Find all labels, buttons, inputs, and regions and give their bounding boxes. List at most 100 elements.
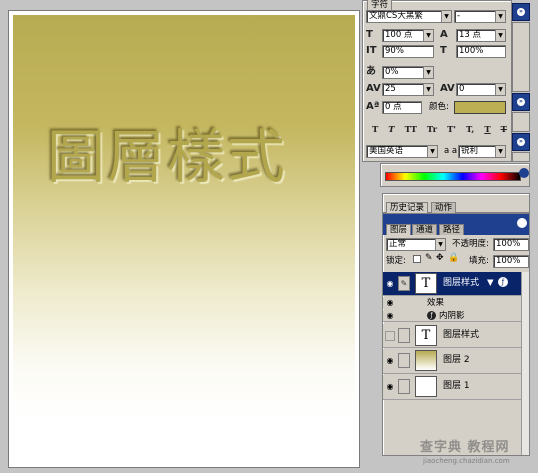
chevron-down-icon: ▼ [435,239,445,250]
character-palette: 字符 文鼎CS大黑繁 ▼ - ▼ T 100 点 ▼ A 13 点 ▼ IT 9… [362,0,512,162]
layer-row[interactable]: ◉ 图层 2 [383,349,521,374]
strikethrough-button[interactable]: T [501,125,507,137]
link-toggle[interactable] [398,328,410,343]
tab-channels[interactable]: 通道 [412,224,438,235]
chevron-down-icon: ▼ [427,146,437,157]
language-select[interactable]: 美国英语 ▼ [366,145,438,158]
tab-layers[interactable]: 图层 [386,224,412,235]
superscript-button[interactable]: T' [447,125,456,137]
layers-palette-tabbar: 图层 通道 路径 [383,214,529,235]
eye-icon[interactable]: ◉ [385,298,395,308]
color-ramp[interactable] [385,172,521,181]
fill-field[interactable]: 100% [493,255,529,268]
collapsed-palette [512,22,530,92]
layer-thumbnail: T [415,273,437,294]
palette-expand-button[interactable]: » [512,133,530,151]
vertical-scale-icon: IT [366,45,377,56]
faux-bold-button[interactable]: T [372,125,378,137]
tab-paths[interactable]: 路径 [439,224,465,235]
tab-history[interactable]: 历史记录 [386,202,429,213]
history-palette: 历史记录 动作 [382,193,530,213]
lock-all-icon[interactable]: 🔒 [448,253,459,264]
lock-position-icon[interactable]: ✥ [436,253,444,264]
brush-icon[interactable]: ✎ [398,276,410,291]
underline-button[interactable]: T [484,125,490,137]
font-style-value: - [457,11,461,21]
font-size-value: 100 点 [385,30,413,40]
leading-field[interactable]: 13 点 ▼ [456,29,506,42]
tab-actions[interactable]: 动作 [431,202,457,213]
layer-row[interactable]: ◉ 图层 1 [383,375,521,400]
layer-name: 图层 2 [443,355,470,365]
effects-row[interactable]: ◉ 效果 [383,297,521,309]
layer-name: 图层样式 [443,278,480,288]
fill-value: 100% [496,256,521,266]
visibility-toggle[interactable] [385,331,395,341]
chevron-down-icon: ▼ [495,84,505,95]
expand-icon: » [517,98,525,106]
layer-row-selected[interactable]: ◉ ✎ T 图层样式 ▼ ƒ [383,272,521,296]
font-family-select[interactable]: 文鼎CS大黑繁 ▼ [366,10,452,23]
horizontal-scale-field[interactable]: 100% [456,45,506,58]
layer-thumbnail: T [415,325,437,346]
all-caps-button[interactable]: TT [405,125,417,137]
tracking-field[interactable]: 25 ▼ [382,83,434,96]
layer-row[interactable]: T 图层样式 [383,324,521,348]
opacity-value: 100% [496,239,521,249]
tsume-value: 0% [385,67,399,77]
vertical-scale-value: 90% [385,46,404,56]
palette-expand-button[interactable]: » [512,3,530,21]
font-style-select[interactable]: - ▼ [454,10,506,23]
palette-menu-icon[interactable] [517,218,527,228]
small-caps-button[interactable]: Tr [427,125,437,137]
eye-icon[interactable]: ◉ [385,279,395,289]
effects-expand-icon[interactable]: ▼ [487,278,494,289]
eye-icon[interactable]: ◉ [385,311,395,321]
leading-value: 13 点 [459,30,482,40]
fx-icon: ƒ [427,311,436,320]
layer-name: 图层 1 [443,381,470,391]
faux-italic-button[interactable]: T [388,125,394,137]
opacity-field[interactable]: 100% [493,238,529,251]
leading-icon: A [440,29,448,40]
tsume-field[interactable]: 0% ▼ [382,66,434,79]
blend-mode-select[interactable]: 正常 ▼ [386,238,446,251]
kerning-field[interactable]: 0 ▼ [456,83,506,96]
subscript-button[interactable]: T, [466,125,474,137]
tab-character[interactable]: 字符 [367,0,393,10]
palette-expand-button[interactable]: » [512,93,530,111]
eye-icon[interactable]: ◉ [385,382,395,392]
watermark: 查字典 教程网 jiaocheng.chazidian.com [420,436,535,470]
layers-scrollbar[interactable] [521,272,529,455]
layer-thumbnail [415,376,437,397]
chevron-down-icon: ▼ [423,30,433,41]
effect-name: 内阴影 [439,311,465,321]
collapsed-palette [512,152,530,162]
tsume-icon: あ [366,66,376,77]
kerning-icon: AV [440,83,455,94]
fill-label: 填充: [469,256,489,266]
chevron-down-icon: ▼ [495,11,505,22]
antialias-select[interactable]: 锐利 ▼ [458,145,506,158]
vertical-scale-field[interactable]: 90% [382,45,434,58]
document-canvas[interactable]: 圖層樣式 [13,15,355,463]
link-toggle[interactable] [398,379,410,394]
lock-transparency-icon[interactable] [413,255,421,263]
baseline-shift-icon: Aª [366,101,380,112]
text-color-swatch[interactable] [454,101,506,114]
font-size-icon: T [366,29,373,40]
link-toggle[interactable] [398,353,410,368]
fx-icon: ƒ [498,277,508,287]
chevron-down-icon: ▼ [495,30,505,41]
expand-icon: » [517,138,525,146]
antialias-value: 锐利 [461,146,479,156]
palette-menu-icon[interactable] [519,168,529,178]
eye-icon[interactable]: ◉ [385,356,395,366]
color-ramp-palette [380,163,530,187]
kerning-value: 0 [459,84,465,94]
baseline-shift-field[interactable]: 0 点 [382,101,422,114]
effect-item-inner-shadow[interactable]: ◉ ƒ 内阴影 [383,310,521,322]
effects-label: 效果 [427,298,445,308]
lock-image-icon[interactable]: ✎ [425,253,433,264]
font-size-field[interactable]: 100 点 ▼ [382,29,434,42]
